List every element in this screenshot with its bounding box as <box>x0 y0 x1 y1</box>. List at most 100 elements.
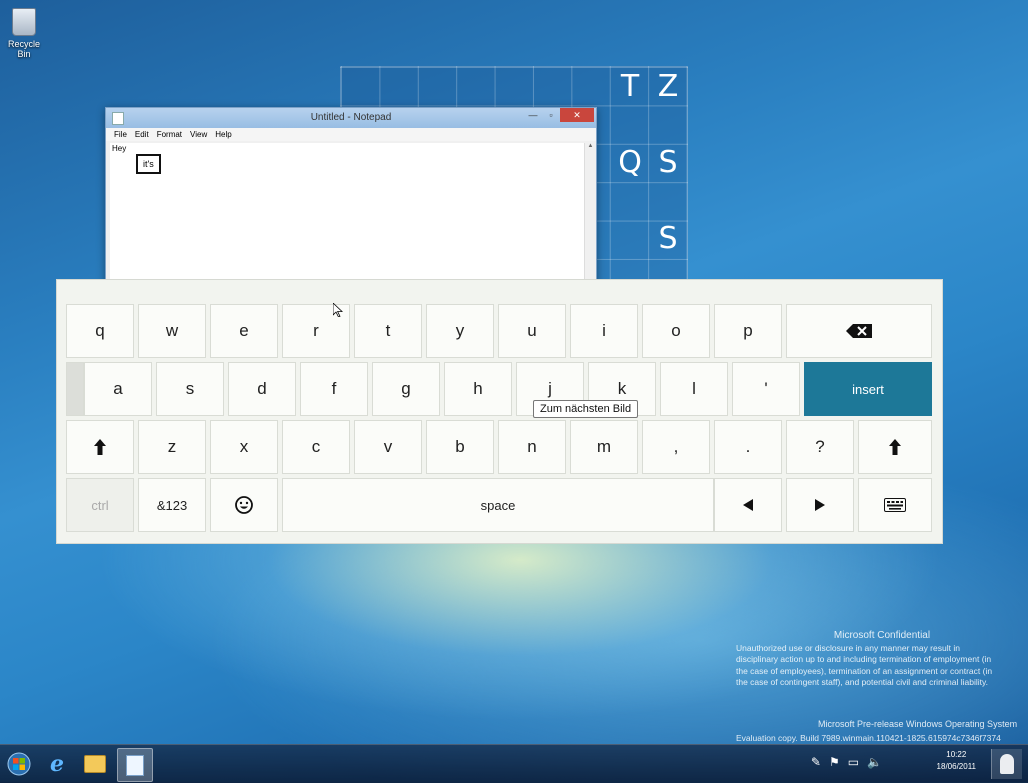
taskbar-notepad-button[interactable] <box>117 748 153 782</box>
recycle-bin-label: Recycle Bin <box>7 39 40 59</box>
shift-right-key[interactable] <box>858 420 932 474</box>
menu-file[interactable]: File <box>114 130 127 139</box>
key-h[interactable]: h <box>444 362 512 416</box>
notepad-text-area[interactable]: Hey it's <box>110 143 584 286</box>
mouse-cursor-icon <box>333 303 343 317</box>
taskbar-ie-button[interactable]: e <box>40 748 74 780</box>
keyboard-layout-key[interactable] <box>858 478 932 532</box>
minimize-button[interactable]: — <box>524 108 542 122</box>
tile-letter: S <box>658 221 678 256</box>
touch-keyboard: q w e r t y u i o p a s d f g h j k l ' … <box>56 279 943 544</box>
os-watermark: Microsoft Pre-release Windows Operating … <box>818 719 1018 729</box>
tile-letter: Q <box>618 145 642 180</box>
start-button[interactable] <box>2 748 36 780</box>
keyboard-indent-spacer <box>66 362 84 416</box>
insert-key[interactable]: insert <box>804 362 932 416</box>
left-arrow-key[interactable] <box>714 478 782 532</box>
key-v[interactable]: v <box>354 420 422 474</box>
notepad-text: Hey <box>112 144 127 153</box>
key-u[interactable]: u <box>498 304 566 358</box>
recycle-bin-desktop-icon[interactable]: Recycle Bin <box>2 8 46 59</box>
tile-letter: S <box>658 145 678 180</box>
key-t[interactable]: t <box>354 304 422 358</box>
emoji-key[interactable] <box>210 478 278 532</box>
key-d[interactable]: d <box>228 362 296 416</box>
text-suggestion[interactable]: it's <box>136 154 161 174</box>
right-arrow-icon <box>815 499 825 511</box>
key-apostrophe[interactable]: ' <box>732 362 800 416</box>
shift-left-key[interactable] <box>66 420 134 474</box>
key-question[interactable]: ? <box>786 420 854 474</box>
key-x[interactable]: x <box>210 420 278 474</box>
shift-up-icon <box>94 439 106 455</box>
key-i[interactable]: i <box>570 304 638 358</box>
taskbar-explorer-button[interactable] <box>78 748 112 780</box>
key-g[interactable]: g <box>372 362 440 416</box>
key-z[interactable]: z <box>138 420 206 474</box>
backspace-key[interactable] <box>786 304 932 358</box>
touch-keyboard-tray-button[interactable] <box>991 749 1022 779</box>
notepad-title: Untitled - Notepad <box>310 112 392 123</box>
internet-explorer-icon: e <box>50 751 64 777</box>
watermark-line: the case of employees), termination of a… <box>736 665 993 676</box>
system-tray: ✎ ⚑ ▭ 🔈 <box>811 755 882 769</box>
menu-help[interactable]: Help <box>215 130 231 139</box>
notepad-scrollbar[interactable]: ▲ <box>584 143 596 286</box>
user-icon <box>1000 754 1014 774</box>
flag-icon[interactable]: ⚑ <box>829 755 840 769</box>
maximize-button[interactable]: ▫ <box>542 108 560 122</box>
key-a[interactable]: a <box>84 362 152 416</box>
taskbar-clock[interactable]: 10:22 18/06/2011 <box>937 749 976 773</box>
menu-format[interactable]: Format <box>157 130 182 139</box>
tile-letter: Z <box>657 69 679 104</box>
key-m[interactable]: m <box>570 420 638 474</box>
notepad-icon <box>126 754 144 776</box>
emoji-icon <box>235 496 253 514</box>
key-c[interactable]: c <box>282 420 350 474</box>
menu-edit[interactable]: Edit <box>135 130 149 139</box>
key-b[interactable]: b <box>426 420 494 474</box>
taskbar: e ✎ ⚑ ▭ 🔈 10:22 18/06/2011 <box>0 744 1028 783</box>
key-y[interactable]: y <box>426 304 494 358</box>
menu-view[interactable]: View <box>190 130 207 139</box>
key-s[interactable]: s <box>156 362 224 416</box>
windows-orb-icon <box>7 752 31 776</box>
key-comma[interactable]: , <box>642 420 710 474</box>
key-n[interactable]: n <box>498 420 566 474</box>
notepad-menu-bar: File Edit Format View Help <box>106 128 596 141</box>
key-p[interactable]: p <box>714 304 782 358</box>
key-f[interactable]: f <box>300 362 368 416</box>
backspace-icon <box>846 324 872 338</box>
clock-date: 18/06/2011 <box>936 762 976 771</box>
left-arrow-icon <box>743 499 753 511</box>
pen-input-icon[interactable]: ✎ <box>811 755 821 769</box>
notepad-title-bar[interactable]: Untitled - Notepad — ▫ ✕ <box>106 108 596 128</box>
confidential-watermark: Microsoft Confidential Unauthorized use … <box>736 630 1028 689</box>
build-watermark: Evaluation copy. Build 7989.winmain.1104… <box>736 733 1001 743</box>
watermark-line: Unauthorized use or disclosure in any ma… <box>736 642 960 653</box>
space-key[interactable]: space <box>282 478 714 532</box>
keyboard-icon <box>884 498 906 512</box>
symbols-key[interactable]: &123 <box>138 478 206 532</box>
tile-letter: T <box>620 69 640 104</box>
key-o[interactable]: o <box>642 304 710 358</box>
scroll-up-arrow-icon[interactable]: ▲ <box>588 143 594 149</box>
clock-time: 10:22 <box>946 750 967 759</box>
key-e[interactable]: e <box>210 304 278 358</box>
watermark-title: Microsoft Confidential <box>833 630 931 641</box>
recycle-bin-icon <box>12 8 36 36</box>
tooltip: Zum nächsten Bild <box>533 400 639 418</box>
key-q[interactable]: q <box>66 304 134 358</box>
key-l[interactable]: l <box>660 362 728 416</box>
watermark-line: the case of contingent staff), and poten… <box>736 677 988 687</box>
network-icon[interactable]: ▭ <box>848 755 859 769</box>
key-period[interactable]: . <box>714 420 782 474</box>
ctrl-key[interactable]: ctrl <box>66 478 134 532</box>
volume-icon[interactable]: 🔈 <box>867 755 882 769</box>
key-w[interactable]: w <box>138 304 206 358</box>
notepad-window: Untitled - Notepad — ▫ ✕ File Edit Forma… <box>105 107 597 287</box>
folder-icon <box>84 755 106 773</box>
close-button[interactable]: ✕ <box>560 108 594 122</box>
shift-up-icon <box>889 439 901 455</box>
right-arrow-key[interactable] <box>786 478 854 532</box>
